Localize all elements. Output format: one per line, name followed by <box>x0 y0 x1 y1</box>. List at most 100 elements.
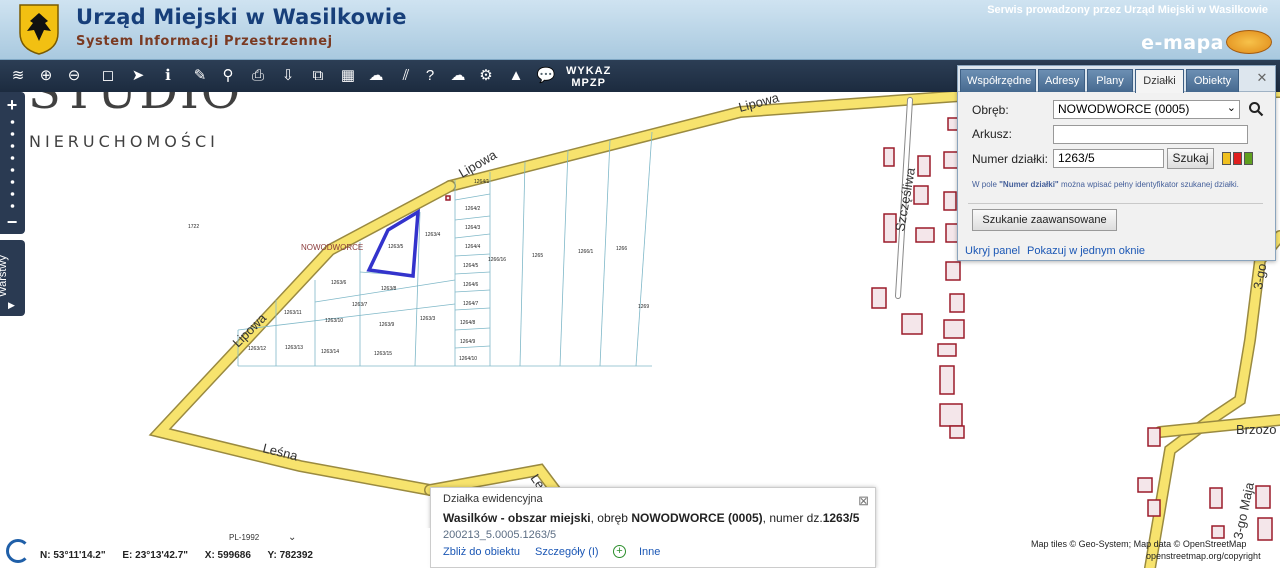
parcel-label: 1264/5 <box>463 263 479 269</box>
single-window-link[interactable]: Pokazuj w jednym oknie <box>1027 245 1145 257</box>
zoom-out-icon[interactable]: ⊖ <box>62 64 86 88</box>
search-panel: Współrzędne Adresy Plany Działki Obiekty… <box>957 65 1276 261</box>
parcel-label: 1263/4 <box>425 232 441 238</box>
parcel-label: 1722 <box>188 224 199 230</box>
watermark-nieruchomosci: NIERUCHOMOŚCI <box>29 132 219 151</box>
color-swatch-red[interactable] <box>1233 152 1242 165</box>
coord-n: N: 53°11'14.2" <box>40 550 106 561</box>
zoom-in-icon[interactable]: ⊕ <box>34 64 58 88</box>
coord-y: Y: 782392 <box>267 550 313 561</box>
brand-logo: e-mapa <box>1141 32 1224 54</box>
search-icon[interactable] <box>1248 101 1264 117</box>
layer-list-icon[interactable]: ⧉ <box>306 64 330 88</box>
parcel-label: 1263/8 <box>381 286 397 292</box>
arkusz-label: Arkusz: <box>972 127 1013 141</box>
watermark-studio: STUDIO <box>28 92 243 120</box>
popup-title: Działka ewidencyjna <box>443 493 543 505</box>
parcel-label: 1264/7 <box>463 301 479 307</box>
area-label: NOWODWORCE <box>301 243 363 252</box>
arkusz-input[interactable] <box>1053 125 1248 144</box>
advanced-search-button[interactable]: Szukanie zaawansowane <box>972 209 1117 231</box>
parcel-label: 1264/3 <box>465 225 481 231</box>
tab-dzialki[interactable]: Działki <box>1135 69 1184 93</box>
map-copyright: Map tiles © Geo-System; Map data © OpenS… <box>1031 539 1247 549</box>
tab-plany[interactable]: Plany <box>1087 69 1133 92</box>
parcel-label: 1263/13 <box>285 345 303 351</box>
parcel-label: 1263/7 <box>352 302 368 308</box>
region-icon[interactable]: ☁ <box>364 64 388 88</box>
panel-divider <box>968 203 1263 204</box>
close-icon[interactable]: ✕ <box>1255 71 1269 85</box>
layers-icon[interactable]: ≋ <box>6 64 30 88</box>
parcel-popup: Działka ewidencyjna ⊠ Wasilków - obszar … <box>430 487 876 568</box>
pan-icon[interactable]: ⇩ <box>276 64 300 88</box>
wykaz-mpzp-button[interactable]: WYKAZ MPZP <box>566 65 611 89</box>
parcel-label: 1264/8 <box>460 320 476 326</box>
parcel-label: 1263/9 <box>379 322 395 328</box>
layers-tab[interactable]: Warstwy ▶ <box>0 240 25 316</box>
parcel-label: 1264/1 <box>474 179 490 185</box>
settings-icon[interactable]: ⚙ <box>474 64 498 88</box>
other-link[interactable]: Inne <box>639 546 660 558</box>
osm-copyright-link[interactable]: openstreetmap.org/copyright <box>1146 551 1261 561</box>
measure-icon[interactable]: ✎ <box>188 64 212 88</box>
status-bar: PL-1992 ⌄ N: 53°11'14.2" E: 23°13'42.7" … <box>0 528 430 568</box>
zoom-minus-button[interactable]: − <box>2 212 22 232</box>
hatch-icon[interactable]: ⫽ <box>394 64 418 88</box>
popup-parcel-id: 200213_5.0005.1263/5 <box>443 529 557 541</box>
numer-dzialki-input[interactable]: 1263/5 <box>1053 149 1164 168</box>
parcel-label: 1266 <box>616 246 627 252</box>
color-swatch-green[interactable] <box>1244 152 1253 165</box>
zoom-to-object-link[interactable]: Zbliż do obiektu <box>443 546 520 558</box>
street-label-brzozowa: Brzozo <box>1236 422 1276 437</box>
parcel-label: 1263/5 <box>388 244 404 250</box>
chevron-down-icon: ⌄ <box>1226 102 1236 114</box>
coord-x: X: 599686 <box>204 550 251 561</box>
crest-icon <box>19 4 59 55</box>
crs-select[interactable]: PL-1992 <box>229 533 259 542</box>
coordinates-readout: N: 53°11'14.2" E: 23°13'42.7" X: 599686 … <box>40 550 327 561</box>
details-link[interactable]: Szczegóły (I) <box>535 546 599 558</box>
help-icon[interactable]: ? <box>418 64 442 88</box>
comment-icon[interactable]: 💬 <box>534 64 558 88</box>
loading-icon <box>6 539 30 563</box>
terrain-icon[interactable]: ▲ <box>504 64 528 88</box>
color-swatch-yellow[interactable] <box>1222 152 1231 165</box>
parcel-label: 1264/6 <box>463 282 479 288</box>
obreb-select[interactable]: NOWODWORCE (0005) ⌄ <box>1053 100 1240 119</box>
hint-text: W pole "Numer działki" można wpisać pełn… <box>972 180 1239 189</box>
coord-e: E: 23°13'42.7" <box>122 550 188 561</box>
szukaj-button[interactable]: Szukaj <box>1167 148 1214 169</box>
pointer-icon[interactable]: ➤ <box>126 64 150 88</box>
app-window: Urząd Miejski w Wasilkowie System Inform… <box>0 0 1280 568</box>
parcel-label: 1263/10 <box>325 318 343 324</box>
panel-tabs: Współrzędne Adresy Plany Działki Obiekty… <box>958 66 1275 93</box>
print-icon[interactable]: ⎙ <box>246 64 270 88</box>
parcel-label: 1263/6 <box>331 280 347 286</box>
tab-obiekty[interactable]: Obiekty <box>1186 69 1239 92</box>
service-info: Serwis prowadzony przez Urząd Miejski w … <box>987 4 1268 16</box>
zoom-bar: + − <box>0 92 25 234</box>
parcel-label: 1264/2 <box>465 206 481 212</box>
cloud-download-icon[interactable]: ☁ <box>446 64 470 88</box>
tab-wspolrzedne[interactable]: Współrzędne <box>960 69 1036 92</box>
parcel-label: 1264/4 <box>465 244 481 250</box>
zoom-plus-button[interactable]: + <box>2 95 22 115</box>
wykaz-label: WYKAZ <box>566 65 612 77</box>
zoom-slider[interactable] <box>10 118 15 212</box>
plus-icon[interactable]: + <box>613 545 626 558</box>
full-extent-icon[interactable]: ◻ <box>96 64 120 88</box>
chevron-down-icon[interactable]: ⌄ <box>288 532 296 543</box>
hide-panel-link[interactable]: Ukryj panel <box>965 245 1020 257</box>
layout-icon[interactable]: ▦ <box>336 64 360 88</box>
street-label-3-go-maja-1: 3-go Maja <box>1230 480 1257 540</box>
info-icon[interactable]: ℹ <box>156 64 180 88</box>
link-icon[interactable]: ⚲ <box>216 64 240 88</box>
popup-close-icon[interactable]: ⊠ <box>858 493 869 509</box>
layers-label: Warstwy <box>0 255 9 297</box>
tab-adresy[interactable]: Adresy <box>1038 69 1085 92</box>
parcel-label: 1263/14 <box>321 349 339 355</box>
header: Urząd Miejski w Wasilkowie System Inform… <box>0 0 1280 60</box>
popup-description: Wasilków - obszar miejski, obręb NOWODWO… <box>443 511 860 525</box>
parcel-label: 1264/10 <box>459 356 477 362</box>
